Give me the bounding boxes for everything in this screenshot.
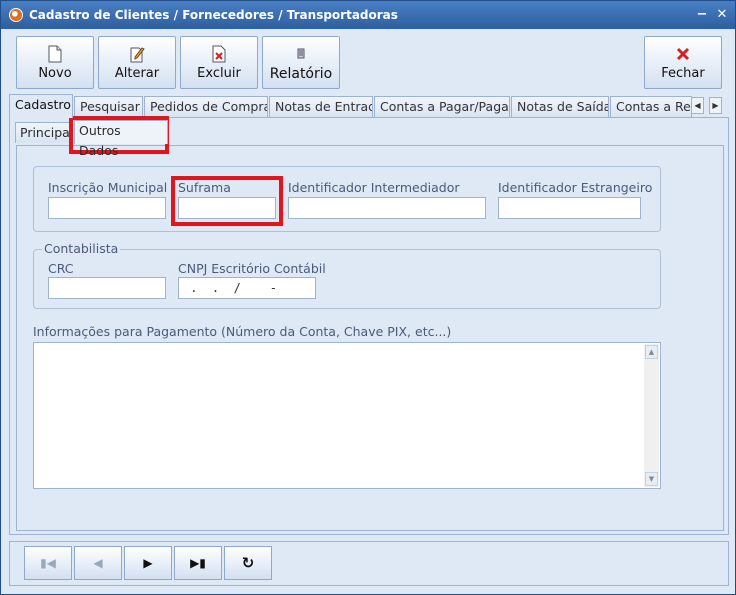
close-icon[interactable]: ✕ (714, 7, 730, 23)
report-icon (297, 48, 305, 59)
novo-label: Novo (38, 66, 72, 81)
next-record-icon: ▶ (143, 556, 153, 570)
tab-outros-dados[interactable]: Outros Dados (74, 120, 168, 158)
identificador-estrangeiro-input[interactable] (498, 197, 641, 219)
main-tab-strip: Cadastro Pesquisar Pedidos de Compra Not… (9, 94, 729, 118)
fechar-button[interactable]: Fechar (644, 36, 722, 89)
pagamento-scrollbar[interactable]: ▲ ▼ (644, 344, 659, 487)
cnpj-escritorio-label: CNPJ Escritório Contábil (178, 261, 326, 276)
next-record-button[interactable]: ▶ (124, 546, 172, 580)
record-navigation-bar: ▮◀ ◀ ▶ ▶▮ ↻ (9, 541, 729, 586)
pagamento-textarea[interactable]: ▲ ▼ (33, 342, 661, 489)
tab-pedidos-de-compra[interactable]: Pedidos de Compra (144, 96, 268, 117)
tab-notas-de-saida[interactable]: Notas de Saída (511, 96, 609, 117)
new-document-icon (48, 45, 62, 63)
first-record-icon: ▮◀ (40, 556, 56, 570)
main-window: Cadastro de Clientes / Fornecedores / Tr… (0, 0, 736, 595)
novo-button[interactable]: Novo (16, 36, 94, 89)
relatorio-button[interactable]: Relatório (262, 36, 340, 89)
tab-notas-de-entrada[interactable]: Notas de Entrada (269, 96, 373, 117)
identificador-intermediador-input[interactable] (288, 197, 486, 219)
fechar-label: Fechar (661, 66, 705, 81)
inscricao-municipal-label: Inscrição Municipal (48, 180, 168, 195)
highlight-suframa (171, 176, 283, 226)
contabilista-legend: Contabilista (42, 241, 121, 256)
refresh-icon: ↻ (241, 554, 255, 572)
excluir-label: Excluir (197, 66, 241, 81)
refresh-button[interactable]: ↻ (224, 546, 272, 580)
delete-document-icon (212, 45, 226, 63)
edit-icon (130, 47, 145, 63)
alterar-label: Alterar (114, 66, 160, 81)
window-title: Cadastro de Clientes / Fornecedores / Tr… (29, 8, 398, 22)
excluir-button[interactable]: Excluir (180, 36, 258, 89)
tab-contas-a-receber[interactable]: Contas a Rec (610, 96, 692, 117)
tab-scroll-left-icon[interactable]: ◀ (691, 97, 704, 114)
tab-scroll-right-icon[interactable]: ▶ (709, 97, 722, 114)
tab-pesquisar[interactable]: Pesquisar (74, 96, 143, 117)
alterar-button[interactable]: Alterar (98, 36, 176, 89)
first-record-button[interactable]: ▮◀ (24, 546, 72, 580)
scroll-down-icon[interactable]: ▼ (645, 472, 658, 486)
previous-record-icon: ◀ (93, 556, 103, 570)
tab-contas-a-pagar[interactable]: Contas a Pagar/Pagas (374, 96, 510, 117)
crc-label: CRC (48, 261, 74, 276)
cnpj-escritorio-input[interactable]: . . / - (178, 277, 316, 299)
app-icon (9, 8, 23, 22)
identificador-estrangeiro-label: Identificador Estrangeiro (498, 180, 653, 195)
identificador-intermediador-label: Identificador Intermediador (288, 180, 460, 195)
tab-principal[interactable]: Principal (15, 122, 73, 143)
previous-record-button[interactable]: ◀ (74, 546, 122, 580)
scroll-up-icon[interactable]: ▲ (645, 345, 658, 359)
red-x-icon (676, 47, 690, 61)
pagamento-label: Informações para Pagamento (Número da Co… (33, 324, 452, 339)
last-record-button[interactable]: ▶▮ (174, 546, 222, 580)
title-bar: Cadastro de Clientes / Fornecedores / Tr… (1, 1, 735, 29)
inscricao-municipal-input[interactable] (48, 197, 166, 219)
tab-cadastro[interactable]: Cadastro (9, 94, 73, 118)
crc-input[interactable] (48, 277, 166, 299)
relatorio-label: Relatório (269, 66, 333, 82)
last-record-icon: ▶▮ (190, 556, 206, 570)
minimize-icon[interactable]: − (694, 7, 710, 23)
